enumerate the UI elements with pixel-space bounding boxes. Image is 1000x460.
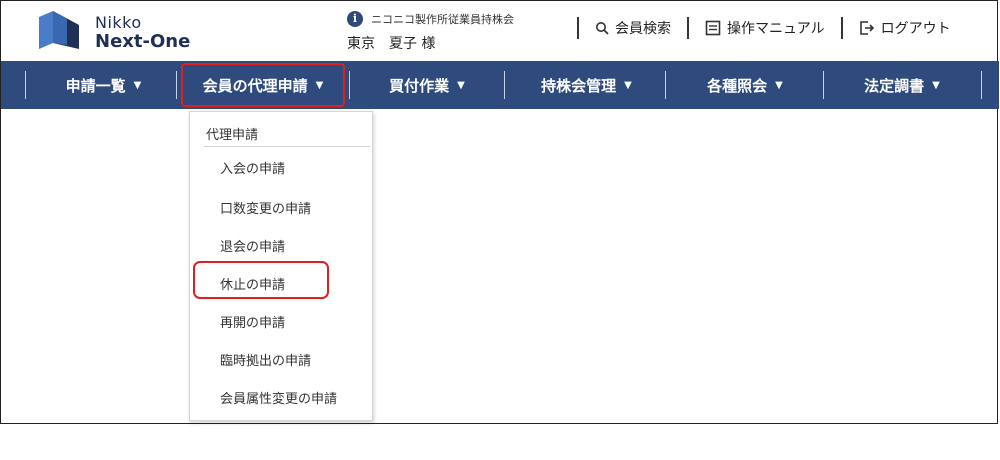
caret-down-icon: ▼ [133,79,142,91]
nav-application-list[interactable]: 申請一覧 ▼ [31,61,176,109]
company-name: ニコニコ製作所従業員持株会 [371,13,514,26]
header-divider [840,17,843,39]
nav-divider [25,71,26,99]
caret-down-icon: ▼ [932,79,940,91]
nav-purchase-work[interactable]: 買付作業 ▼ [353,61,501,109]
member-search-link[interactable]: 会員検索 [595,18,671,38]
info-icon: i [347,11,363,27]
header: Nikko Next-One i ニコニコ製作所従業員持株会 東京 夏子 様 会… [1,1,999,61]
menu-item-extra-contribution[interactable]: 臨時拠出の申請 [220,350,311,369]
logo-icon [39,11,79,49]
nav-label: 持株会管理 [541,76,617,95]
menu-divider [204,146,370,147]
logout-label: ログアウト [880,21,951,37]
header-links: 会員検索 操作マニュアル ログアウト [561,15,951,41]
member-search-label: 会員検索 [615,21,671,37]
menu-item-resume[interactable]: 再開の申請 [220,312,285,331]
menu-item-highlight-box [193,261,329,299]
search-icon [596,22,609,35]
nav-highlight-box [181,63,345,107]
nav-divider [504,71,505,99]
nav-statutory-reports[interactable]: 法定調書 ▼ [827,61,977,109]
nav-inquiries[interactable]: 各種照会 ▼ [669,61,821,109]
nav-divider [349,71,350,99]
menu-header: 代理申請 [206,128,259,143]
main-nav: 申請一覧 ▼ 会員の代理申請 ▼ 買付作業 ▼ 持株会管理 ▼ 各種照会 ▼ 法… [1,61,999,109]
header-divider [687,17,689,39]
caret-down-icon: ▼ [457,79,465,91]
menu-item-withdraw[interactable]: 退会の申請 [220,236,285,255]
manual-icon [705,20,721,36]
manual-label: 操作マニュアル [727,21,825,37]
app-frame: Nikko Next-One i ニコニコ製作所従業員持株会 東京 夏子 様 会… [0,0,999,424]
logo[interactable]: Nikko Next-One [39,7,199,55]
caret-down-icon: ▼ [775,79,783,91]
nav-label: 法定調書 [864,76,925,95]
nav-divider [176,71,177,99]
user-name: 東京 夏子 様 [347,36,436,52]
logout-icon [859,21,874,35]
nav-label: 申請一覧 [65,76,126,95]
manual-link[interactable]: 操作マニュアル [705,18,825,38]
nav-divider [981,71,982,99]
menu-item-unit-change[interactable]: 口数変更の申請 [220,198,311,217]
menu-item-join[interactable]: 入会の申請 [220,158,285,177]
logout-link[interactable]: ログアウト [859,18,951,38]
nav-divider [665,71,666,99]
nav-association-management[interactable]: 持株会管理 ▼ [509,61,664,109]
nav-divider [823,71,824,99]
account-info: i ニコニコ製作所従業員持株会 東京 夏子 様 [347,9,547,55]
caret-down-icon: ▼ [624,79,632,91]
nav-label: 各種照会 [707,76,768,95]
menu-item-attribute-change[interactable]: 会員属性変更の申請 [220,388,337,407]
nav-label: 買付作業 [389,76,450,95]
logo-text-nikko: Nikko [95,13,142,32]
logo-text-next-one: Next-One [95,31,191,52]
header-divider [577,17,579,39]
